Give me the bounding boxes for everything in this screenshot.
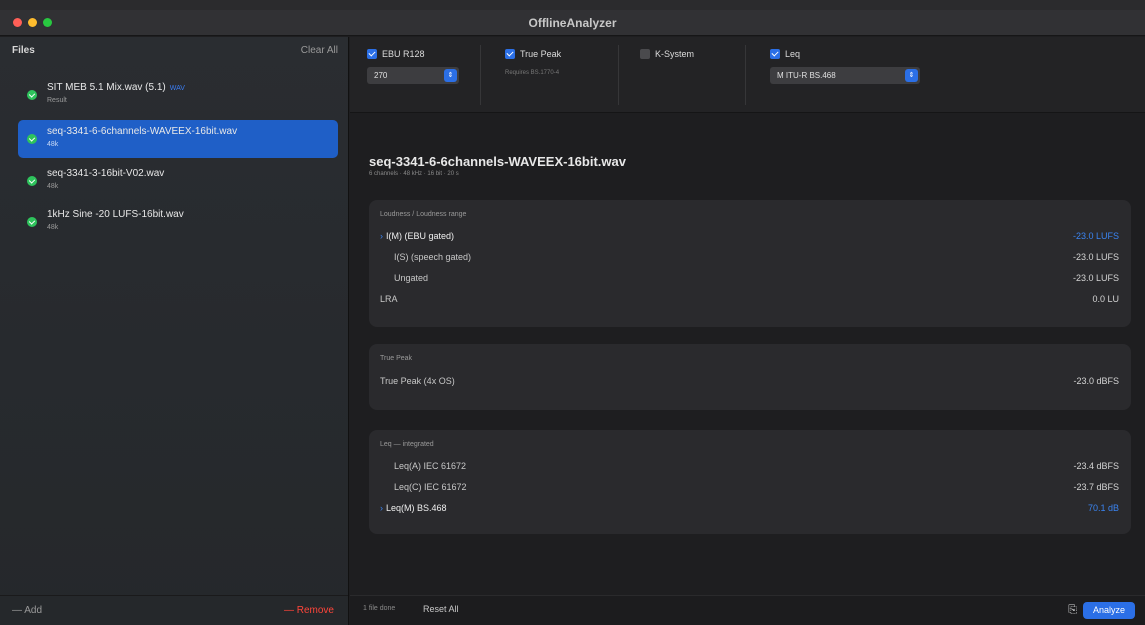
- leq-weighting-value: M ITU-R BS.468: [777, 71, 836, 80]
- remove-label: Remove: [296, 605, 334, 616]
- bottom-bar: 1 file done Reset All ⎘ Analyze: [350, 595, 1145, 625]
- files-heading: Files: [12, 45, 35, 56]
- analysis-options-toolbar: EBU R128 270 ⇕ True Peak Requires BS.1770…: [350, 37, 1145, 113]
- file-name: SIT MEB 5.1 Mix.wav (5.1): [47, 82, 166, 93]
- copy-icon[interactable]: ⎘: [1068, 604, 1077, 617]
- file-subtitle: 48k: [47, 224, 59, 231]
- row-value: -23.4 dBFS: [1073, 461, 1119, 471]
- loudness-row: I(S) (speech gated) -23.0 LUFS: [380, 252, 1119, 266]
- checkbox-checked-icon: [505, 49, 515, 59]
- row-label: Leq(M) BS.468: [386, 503, 447, 513]
- checkbox-unchecked-icon: [640, 49, 650, 59]
- row-value: -23.0 LUFS: [1072, 231, 1119, 241]
- file-list-item[interactable]: 1kHz Sine -20 LUFS-16bit.wav 48k: [18, 203, 338, 241]
- leq-row: › Leq(M) BS.468 70.1 dB: [380, 503, 1119, 517]
- row-value: 70.1 dB: [1087, 503, 1119, 513]
- system-menu-bar: [0, 0, 1145, 10]
- leq-label: Leq: [785, 49, 801, 59]
- leq-card-title: Leq — integrated: [380, 441, 434, 448]
- checkbox-checked-icon: [770, 49, 780, 59]
- row-label: True Peak (4x OS): [380, 376, 455, 386]
- true-peak-card-title: True Peak: [380, 355, 413, 362]
- done-check-icon: [27, 217, 37, 227]
- loudness-row: Ungated -23.0 LUFS: [380, 273, 1119, 287]
- reset-all-button[interactable]: Reset All: [423, 604, 459, 614]
- file-name: seq-3341-6-6channels-WAVEEX-16bit.wav: [47, 126, 238, 137]
- app-window: OfflineAnalyzer Files Clear All SIT MEB …: [0, 0, 1145, 625]
- k-system-toggle[interactable]: K-System: [640, 49, 694, 59]
- row-value: -23.0 LUFS: [1072, 252, 1119, 262]
- file-subtitle: 48k: [47, 141, 59, 148]
- title-bar: OfflineAnalyzer: [0, 10, 1145, 36]
- updown-chevron-icon: ⇕: [444, 69, 457, 82]
- window-title: OfflineAnalyzer: [528, 16, 617, 30]
- leq-weighting-select[interactable]: M ITU-R BS.468 ⇕: [770, 67, 920, 84]
- row-value: -23.7 dBFS: [1073, 482, 1119, 492]
- file-list-item[interactable]: SIT MEB 5.1 Mix.wav (5.1) WAV Result: [18, 76, 338, 114]
- file-title: seq-3341-6-6channels-WAVEEX-16bit.wav: [369, 154, 626, 169]
- row-label: LRA: [380, 294, 398, 304]
- true-peak-toggle[interactable]: True Peak: [505, 49, 561, 59]
- loudness-row: LRA 0.0 LU: [380, 294, 1119, 308]
- file-name: seq-3341-3-16bit-V02.wav: [47, 168, 165, 179]
- leq-row: Leq(C) IEC 61672 -23.7 dBFS: [380, 482, 1119, 496]
- sidebar-header: Files Clear All: [12, 45, 338, 63]
- done-check-icon: [27, 134, 37, 144]
- row-value: -23.0 dBFS: [1073, 376, 1119, 386]
- clear-all-button[interactable]: Clear All: [301, 45, 338, 56]
- toolbar-divider: [480, 45, 481, 105]
- file-subtitle: 48k: [47, 183, 59, 190]
- updown-chevron-icon: ⇕: [905, 69, 918, 82]
- status-text: 1 file done: [363, 605, 396, 612]
- row-label: I(M) (EBU gated): [386, 231, 455, 241]
- checkbox-checked-icon: [367, 49, 377, 59]
- row-value: 0.0 LU: [1092, 294, 1119, 304]
- toolbar-divider: [745, 45, 746, 105]
- row-value: -23.0 LUFS: [1072, 273, 1119, 283]
- chevron-right-icon: ›: [380, 231, 383, 241]
- file-subtitle: Result: [47, 97, 67, 104]
- row-label: Leq(C) IEC 61672: [394, 482, 467, 492]
- add-label: Add: [24, 605, 43, 616]
- row-label: Leq(A) IEC 61672: [394, 461, 467, 471]
- ebu-r128-toggle[interactable]: EBU R128: [367, 49, 425, 59]
- file-meta: 6 channels · 48 kHz · 16 bit · 20 s: [369, 171, 459, 177]
- true-peak-card: True Peak True Peak (4x OS) -23.0 dBFS: [369, 344, 1131, 410]
- file-format-badge: WAV: [169, 85, 185, 92]
- add-file-button[interactable]: — Add: [12, 605, 42, 616]
- row-label: Ungated: [394, 273, 429, 283]
- ebu-r128-label: EBU R128: [382, 49, 425, 59]
- true-peak-label: True Peak: [520, 49, 562, 59]
- remove-file-button[interactable]: — Remove: [284, 605, 334, 616]
- main-panel: EBU R128 270 ⇕ True Peak Requires BS.1770…: [350, 37, 1145, 625]
- loudness-card-title: Loudness / Loudness range: [380, 211, 467, 218]
- loudness-row: › I(M) (EBU gated) -23.0 LUFS: [380, 231, 1119, 245]
- true-peak-hint: Requires BS.1770-4: [505, 70, 560, 76]
- toolbar-divider: [618, 45, 619, 105]
- files-sidebar: Files Clear All SIT MEB 5.1 Mix.wav (5.1…: [0, 37, 349, 625]
- file-list-item-selected[interactable]: seq-3341-6-6channels-WAVEEX-16bit.wav 48…: [18, 120, 338, 158]
- leq-toggle[interactable]: Leq: [770, 49, 800, 59]
- true-peak-row: True Peak (4x OS) -23.0 dBFS: [380, 376, 1119, 390]
- ebu-mode-select[interactable]: 270 ⇕: [367, 67, 459, 84]
- leq-card: Leq — integrated Leq(A) IEC 61672 -23.4 …: [369, 430, 1131, 534]
- file-list-item[interactable]: seq-3341-3-16bit-V02.wav 48k: [18, 162, 338, 200]
- k-system-label: K-System: [655, 49, 695, 59]
- ebu-mode-value: 270: [374, 71, 388, 80]
- analyze-button[interactable]: Analyze: [1083, 602, 1135, 619]
- leq-row: Leq(A) IEC 61672 -23.4 dBFS: [380, 461, 1119, 475]
- done-check-icon: [27, 90, 37, 100]
- row-label: I(S) (speech gated): [394, 252, 472, 262]
- sidebar-footer: — Add — Remove: [0, 595, 348, 625]
- file-name: 1kHz Sine -20 LUFS-16bit.wav: [47, 209, 184, 220]
- loudness-card: Loudness / Loudness range › I(M) (EBU gat…: [369, 200, 1131, 327]
- chevron-right-icon: ›: [380, 503, 383, 513]
- done-check-icon: [27, 176, 37, 186]
